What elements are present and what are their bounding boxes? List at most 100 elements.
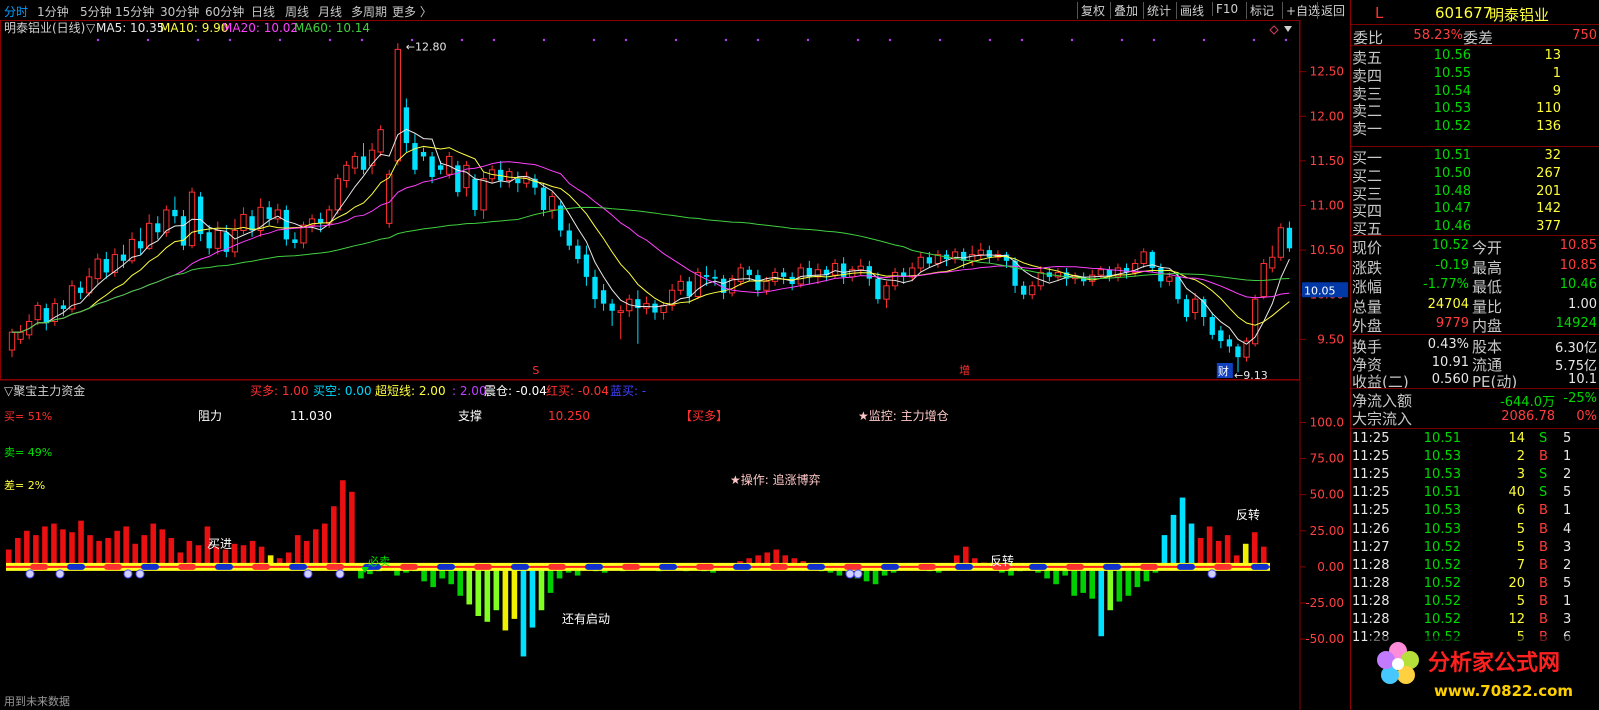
flow-bar	[340, 480, 346, 567]
timeframe-tab-3[interactable]: 15分钟	[115, 3, 154, 20]
eye-icon	[25, 569, 35, 579]
candle-body	[977, 249, 984, 256]
resistance-value: 11.030	[290, 409, 332, 423]
band-segment	[807, 563, 825, 570]
tick-volume: 5	[1516, 539, 1525, 555]
flow-value: 2086.78	[1501, 409, 1555, 424]
timeframe-tab-9[interactable]: 多周期	[351, 3, 387, 20]
candle-body	[548, 196, 556, 211]
tick-price: 10.52	[1423, 557, 1461, 573]
stat-value: 10.85	[1559, 238, 1597, 253]
sub-y-axis-label: -25.00	[1305, 596, 1344, 610]
candle-body	[712, 276, 718, 279]
support-label: 支撑	[458, 408, 482, 423]
book-volume: 13	[1544, 48, 1561, 63]
stat-value: -1.77%	[1423, 277, 1469, 293]
band-segment	[548, 563, 566, 570]
band-segment	[326, 563, 344, 570]
sub-legend-6: 蓝买: -	[610, 384, 646, 398]
event-dot	[1120, 38, 1124, 42]
flow-bar	[1089, 566, 1096, 599]
candle-body	[283, 209, 290, 240]
tick-volume: 6	[1516, 503, 1525, 519]
flow-bar	[493, 566, 500, 611]
band-segment	[881, 563, 899, 570]
toolbar-button-3[interactable]: 画线	[1176, 2, 1207, 19]
y-axis-label: 10.50	[1310, 243, 1344, 257]
sub-legend-2: 超短线: 2.00	[375, 383, 446, 398]
support-value: 10.250	[548, 409, 590, 423]
timeframe-tab-0[interactable]: 分时	[4, 3, 28, 20]
flow-bar	[457, 566, 464, 596]
sub-legend-1: 买空: 0.00	[313, 384, 372, 398]
candle-body	[609, 303, 615, 311]
main-chart-title: 明泰铝业(日线)	[4, 20, 85, 35]
tick-time: 11:25	[1352, 503, 1390, 519]
watermark-title: 分析家公式网	[1428, 650, 1560, 676]
timeframe-tab-7[interactable]: 周线	[285, 3, 309, 20]
tick-price: 10.52	[1423, 593, 1461, 609]
flow-bar	[466, 566, 473, 605]
chart-area: 明泰铝业(日线) ▽ MA5: 10.35MA10: 9.90MA20: 10.02…	[0, 20, 1350, 710]
flow-bar	[502, 566, 509, 631]
market-flag: L	[1375, 4, 1384, 22]
flow-bar	[33, 535, 39, 567]
band-segment	[141, 563, 159, 570]
flow-bar	[42, 526, 48, 567]
candle-body	[8, 331, 16, 351]
flow-bar	[294, 535, 301, 567]
toolbar-button-4[interactable]: F10	[1212, 2, 1241, 16]
tick-volume: 12	[1508, 612, 1525, 627]
fund-value: 10.91	[1431, 354, 1469, 370]
timeframe-tab-10[interactable]: 更多 〉	[392, 3, 432, 20]
watermark-url: www.70822.com	[1434, 682, 1573, 700]
candle-body	[360, 156, 367, 170]
band-segment	[770, 563, 788, 570]
band-segment	[622, 563, 640, 570]
timeframe-tab-5[interactable]: 60分钟	[205, 3, 244, 20]
tick-count: 3	[1563, 539, 1572, 555]
tick-count: 1	[1563, 449, 1572, 465]
stat-label: 涨跌	[1352, 258, 1383, 277]
band-segment	[511, 563, 529, 570]
candle-body	[1140, 251, 1147, 264]
band-segment	[437, 563, 455, 570]
toolbar-button-1[interactable]: 叠加	[1110, 2, 1141, 19]
sub-y-axis-label: 50.00	[1310, 488, 1344, 502]
timeframe-tab-1[interactable]: 1分钟	[37, 3, 69, 20]
tick-time: 11:28	[1352, 557, 1390, 573]
tick-count: 3	[1563, 612, 1572, 627]
tick-volume: 7	[1516, 557, 1525, 573]
toolbar-button-5[interactable]: 标记	[1246, 2, 1277, 19]
tick-volume: 14	[1508, 431, 1525, 446]
candle-body	[17, 331, 24, 340]
candle-body	[180, 216, 187, 246]
book-volume: 136	[1536, 119, 1561, 135]
toolbar-button-2[interactable]: 统计	[1143, 2, 1174, 19]
candle-body	[368, 149, 376, 166]
toolbar-button-7[interactable]: 返回	[1317, 2, 1348, 19]
flow-bar	[1098, 566, 1105, 637]
flow-bar	[150, 523, 157, 567]
band-segment	[1177, 563, 1195, 570]
tick-price: 10.52	[1423, 575, 1461, 591]
candle-body	[1209, 317, 1215, 335]
tick-time: 11:28	[1352, 575, 1390, 591]
timeframe-tab-8[interactable]: 月线	[318, 3, 342, 20]
band-segment	[1103, 563, 1121, 570]
timeframe-tab-4[interactable]: 30分钟	[160, 3, 199, 20]
fund-value: 10.1	[1568, 372, 1597, 387]
toolbar-button-0[interactable]: 复权	[1077, 2, 1108, 19]
eye-icon	[845, 569, 855, 579]
tick-price: 10.51	[1423, 431, 1461, 446]
ma-label-3: MA60: 10.14	[294, 21, 370, 35]
tick-side: S	[1539, 467, 1548, 483]
stat-label: 总量	[1352, 297, 1383, 316]
timeframe-tab-2[interactable]: 5分钟	[80, 3, 112, 20]
timeframe-tab-6[interactable]: 日线	[251, 3, 275, 20]
sub-chart-title: ▽聚宝主力资金	[4, 383, 85, 398]
flow-bar	[123, 526, 129, 567]
event-dot	[1284, 38, 1288, 42]
flow-bar	[1170, 514, 1177, 567]
stat-value: 24704	[1427, 296, 1469, 312]
